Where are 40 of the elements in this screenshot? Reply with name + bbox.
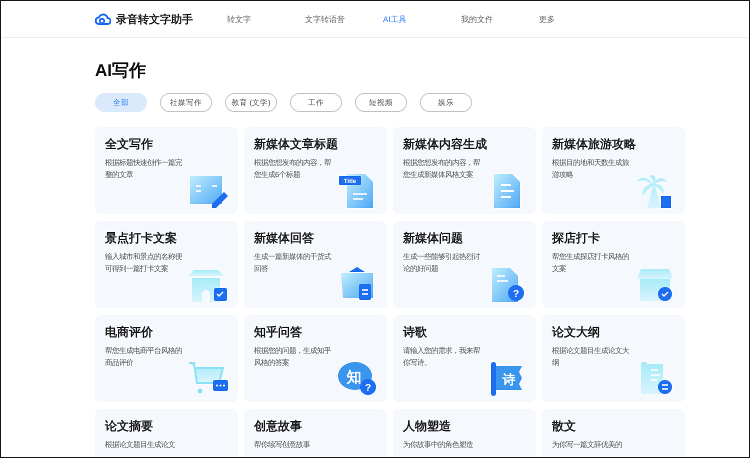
card-title: 探店打卡 [552, 230, 601, 247]
gate-icon [188, 270, 227, 302]
title-icon [339, 174, 373, 208]
cloud-icon [95, 12, 111, 26]
nav-link[interactable]: 转文字 [227, 14, 305, 24]
card-title: 新媒体回答 [254, 230, 315, 247]
scroll-icon [491, 362, 522, 396]
question-icon [492, 268, 524, 302]
card-title: 散文 [552, 418, 577, 435]
card-title: 新媒体文章标题 [254, 136, 339, 153]
doc-icon [494, 174, 520, 208]
card-title: 电商评价 [105, 324, 154, 341]
card-title: 全文写作 [105, 136, 154, 153]
cart-icon [188, 362, 228, 394]
card-title: 景点打卡文案 [105, 230, 178, 247]
box-icon [341, 267, 373, 300]
icon-label: 诗 [502, 373, 516, 388]
card-title: 新媒体问题 [403, 230, 464, 247]
book-icon [190, 176, 228, 208]
card-title: 新媒体内容生成 [403, 136, 488, 153]
page-title: AI写作 [95, 60, 147, 82]
palm-icon [637, 175, 671, 208]
shop-icon [637, 269, 673, 301]
card-title: 创意故事 [254, 418, 303, 435]
nav-link[interactable]: 更多 [539, 14, 617, 24]
nav-link[interactable]: 文字转语音 [305, 14, 383, 24]
card-title: 诗歌 [403, 324, 428, 341]
outline-icon [641, 362, 672, 394]
nav-link[interactable]: 我的文件 [461, 14, 539, 24]
icon-label: ? [364, 383, 372, 394]
bubble-icon [338, 362, 376, 395]
card-title: 论文大纲 [552, 324, 601, 341]
card-title: 新媒体旅游攻略 [552, 136, 637, 153]
icon-label: 知 [346, 368, 362, 386]
app-name: 录音转文字助手 [116, 12, 193, 26]
card-title: 人物塑造 [403, 418, 452, 435]
card-title: 知乎问答 [254, 324, 303, 341]
icon-label: ? [512, 289, 520, 300]
nav-link[interactable]: AI工具 [383, 14, 461, 24]
card-title: 论文摘要 [105, 418, 154, 435]
